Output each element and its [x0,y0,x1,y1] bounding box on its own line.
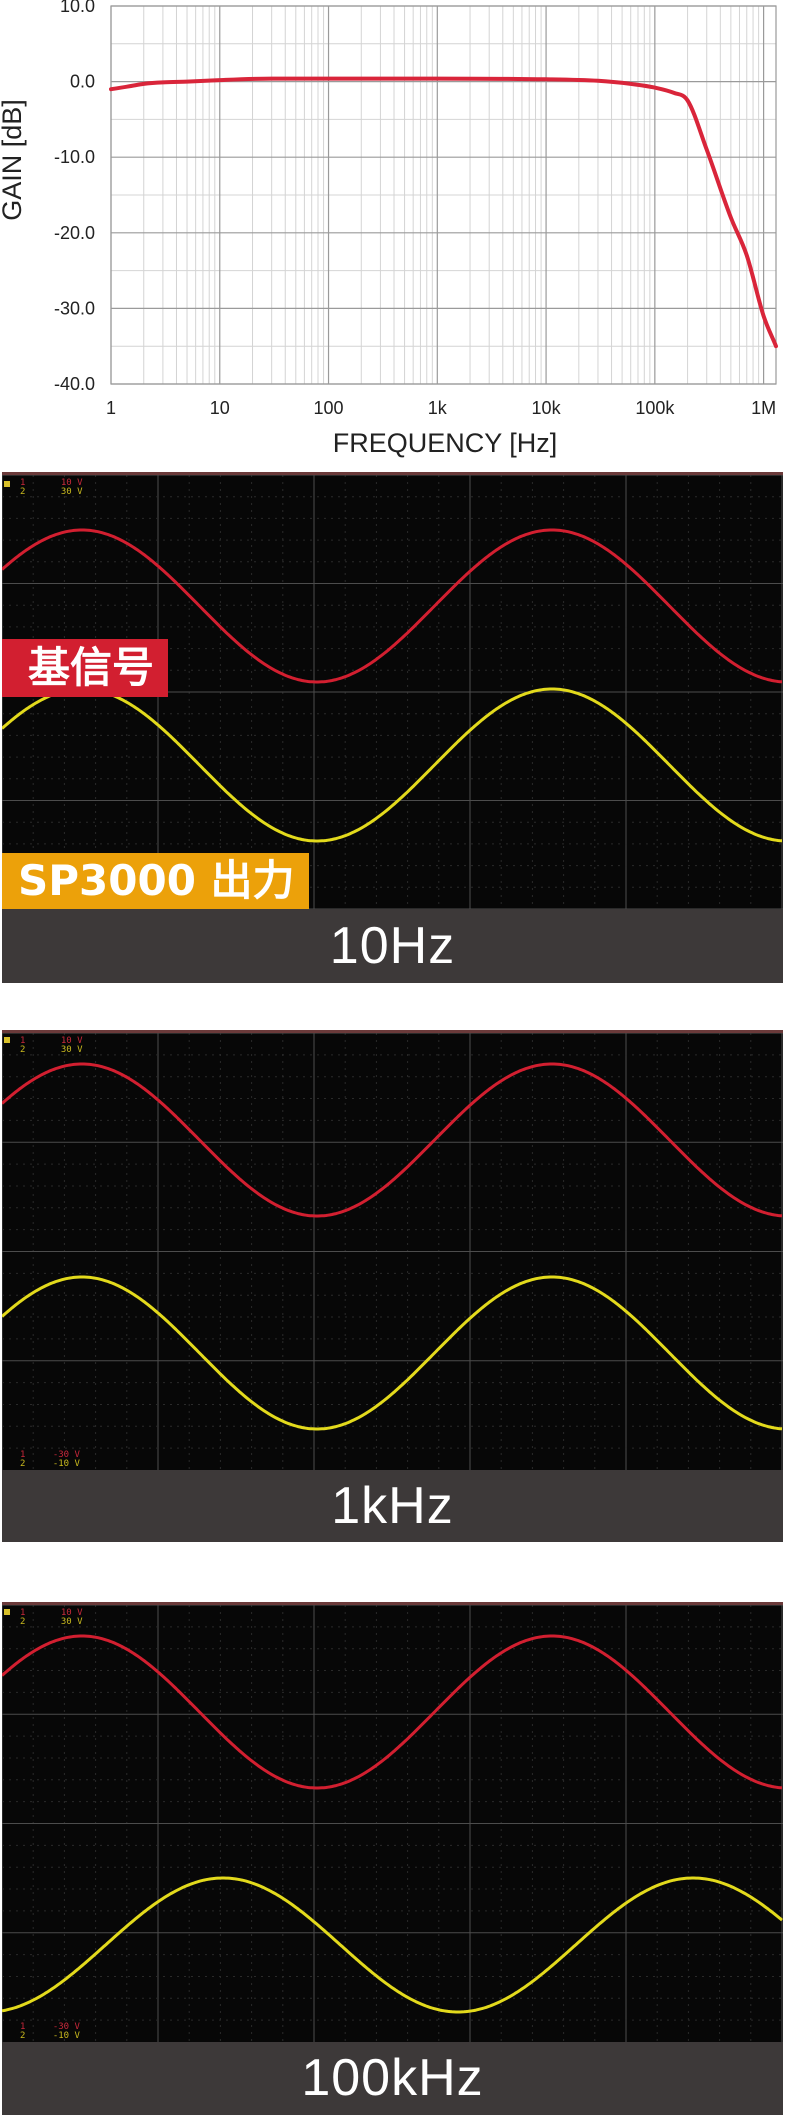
scope-waveforms [2,1033,783,1470]
scope-channel-scale: 1 10 V 2 30 V [20,1037,83,1055]
output-waveform [2,1275,783,1431]
x-tick-label: 1 [106,398,116,418]
output-signal-label: SP3000 出力 [2,853,309,909]
trigger-marker-icon [4,1037,10,1043]
trigger-marker-icon [4,481,10,487]
output-waveform [2,1876,783,2014]
scope-waveforms [2,1605,783,2042]
y-axis-label: GAIN [dB] [0,99,27,221]
scope-channel-offset: 1 -30 V 2 -10 V [20,1451,80,1469]
scope-panel-1khz: 1 10 V 2 30 V 1 -30 V 2 -10 V 1kHz [0,1030,785,1542]
scope-screen: 1 10 V 2 30 V 1 -30 V 2 -10 V [2,1602,783,2042]
frequency-caption: 100kHz [2,2042,783,2115]
channel-2-scale: 30 V [60,1045,83,1055]
channel-2-id: 2 [20,487,26,497]
x-tick-label: 10k [532,398,562,418]
x-tick-label: 100 [314,398,344,418]
output-waveform [2,687,783,843]
scope-screen: 1 10 V 2 30 V 1 -30 V 2 -10 V [2,1030,783,1470]
channel-2-offset: -10 V [52,1459,80,1469]
frequency-response-chart: 10.0 0.0 -10.0 -20.0 -30.0 -40.0 1 10 100 1k 10k 1… [0,0,778,458]
channel-2-id: 2 [20,1459,26,1469]
gain-series-line [109,76,778,349]
y-tick-label: -20.0 [54,223,95,243]
x-tick-label: 100k [635,398,675,418]
x-tick-label: 10 [210,398,230,418]
frequency-caption: 10Hz [2,909,783,983]
channel-2-id: 2 [20,1045,26,1055]
channel-2-id: 2 [20,1617,26,1627]
scope-channel-scale: 1 10 V 2 30 V [20,479,83,497]
y-tick-label: -40.0 [54,374,95,394]
x-tick-label: 1M [751,398,776,418]
scope-channel-offset: 1 -30 V 2 -10 V [20,2023,80,2041]
reference-waveform [2,1062,783,1218]
channel-2-scale: 30 V [60,1617,83,1627]
frequency-caption: 1kHz [2,1470,783,1542]
x-axis-label: FREQUENCY [Hz] [333,428,558,458]
x-tick-label: 1k [428,398,448,418]
trigger-marker-icon [4,1609,10,1615]
y-tick-label: -30.0 [54,298,95,318]
reference-waveform [2,1634,783,1790]
scope-panel-10hz: 1 10 V 2 30 V 基信号 SP3000 出力 10Hz [0,472,785,984]
y-tick-label: 10.0 [60,0,95,16]
scope-panel-100khz: 1 10 V 2 30 V 1 -30 V 2 -10 V 100kHz [0,1602,785,2115]
y-tick-label: 0.0 [70,72,95,92]
scope-screen: 1 10 V 2 30 V 基信号 SP3000 出力 [2,472,783,909]
channel-2-offset: -10 V [52,2031,80,2041]
scope-channel-scale: 1 10 V 2 30 V [20,1609,83,1627]
y-tick-label: -10.0 [54,147,95,167]
channel-2-id: 2 [20,2031,26,2041]
channel-2-scale: 30 V [60,487,83,497]
reference-signal-label: 基信号 [2,639,169,697]
